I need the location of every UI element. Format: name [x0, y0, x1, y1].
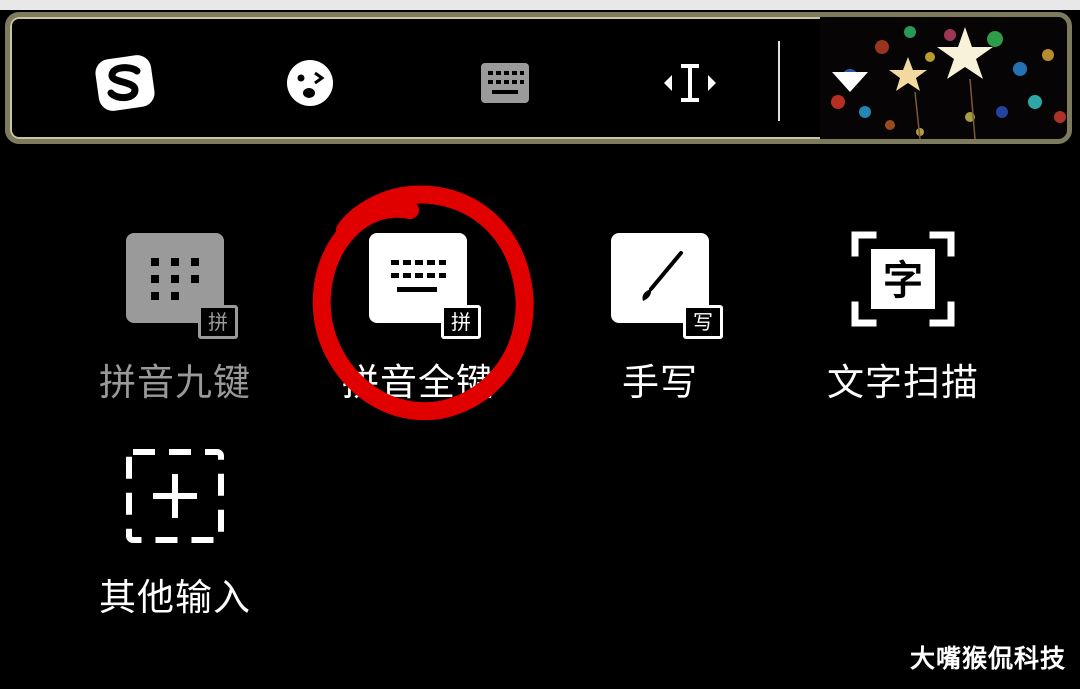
mode-label: 手写 — [622, 361, 698, 404]
mode-label: 其他输入 — [99, 576, 251, 619]
status-strip — [0, 0, 1080, 10]
zi-glyph: 字 — [883, 258, 923, 304]
pin-badge: 拼 — [441, 305, 481, 339]
mode-label: 文字扫描 — [827, 361, 979, 404]
mode-text-scan[interactable]: 字 文字扫描 — [818, 231, 988, 405]
pinyin-full-icon-wrap: 拼 — [363, 233, 481, 339]
cursor-move-icon — [664, 64, 716, 102]
collapse-button[interactable] — [810, 37, 890, 129]
toolbar-divider — [778, 41, 780, 121]
handwriting-icon-wrap: 写 — [605, 233, 723, 339]
pin-badge: 拼 — [198, 305, 238, 339]
sogou-s-icon — [95, 55, 155, 111]
triangle-down-icon — [832, 72, 868, 92]
text-scan-icon-wrap: 字 — [848, 231, 958, 333]
keyboard-icon — [481, 63, 529, 103]
emoji-button[interactable] — [265, 37, 355, 129]
mode-label: 拼音全键 — [342, 361, 494, 404]
mode-handwriting[interactable]: 写 手写 — [575, 233, 745, 405]
keyboard-button[interactable] — [455, 37, 555, 129]
mode-other-input[interactable]: 其他输入 — [90, 448, 260, 620]
mode-pinyin-full-key[interactable]: 拼 拼音全键 — [333, 233, 503, 405]
xie-badge: 写 — [683, 305, 723, 339]
sogou-logo-button[interactable] — [80, 37, 170, 129]
ime-toolbar — [5, 12, 1072, 144]
watermark: 大嘴猴侃科技 — [909, 644, 1066, 673]
add-dashed-icon — [126, 449, 224, 543]
cursor-move-button[interactable] — [640, 37, 740, 129]
input-mode-panel: 拼 拼音九键 拼 拼音全键 写 手写 字 文字扫描 其他输入 大嘴猴侃科技 — [0, 150, 1080, 689]
pinyin-9key-icon-wrap: 拼 — [120, 233, 238, 339]
mode-pinyin-9key[interactable]: 拼 拼音九键 — [90, 233, 260, 405]
emoji-face-icon — [287, 60, 333, 106]
mode-label: 拼音九键 — [99, 361, 251, 404]
other-input-icon-wrap — [120, 448, 230, 548]
